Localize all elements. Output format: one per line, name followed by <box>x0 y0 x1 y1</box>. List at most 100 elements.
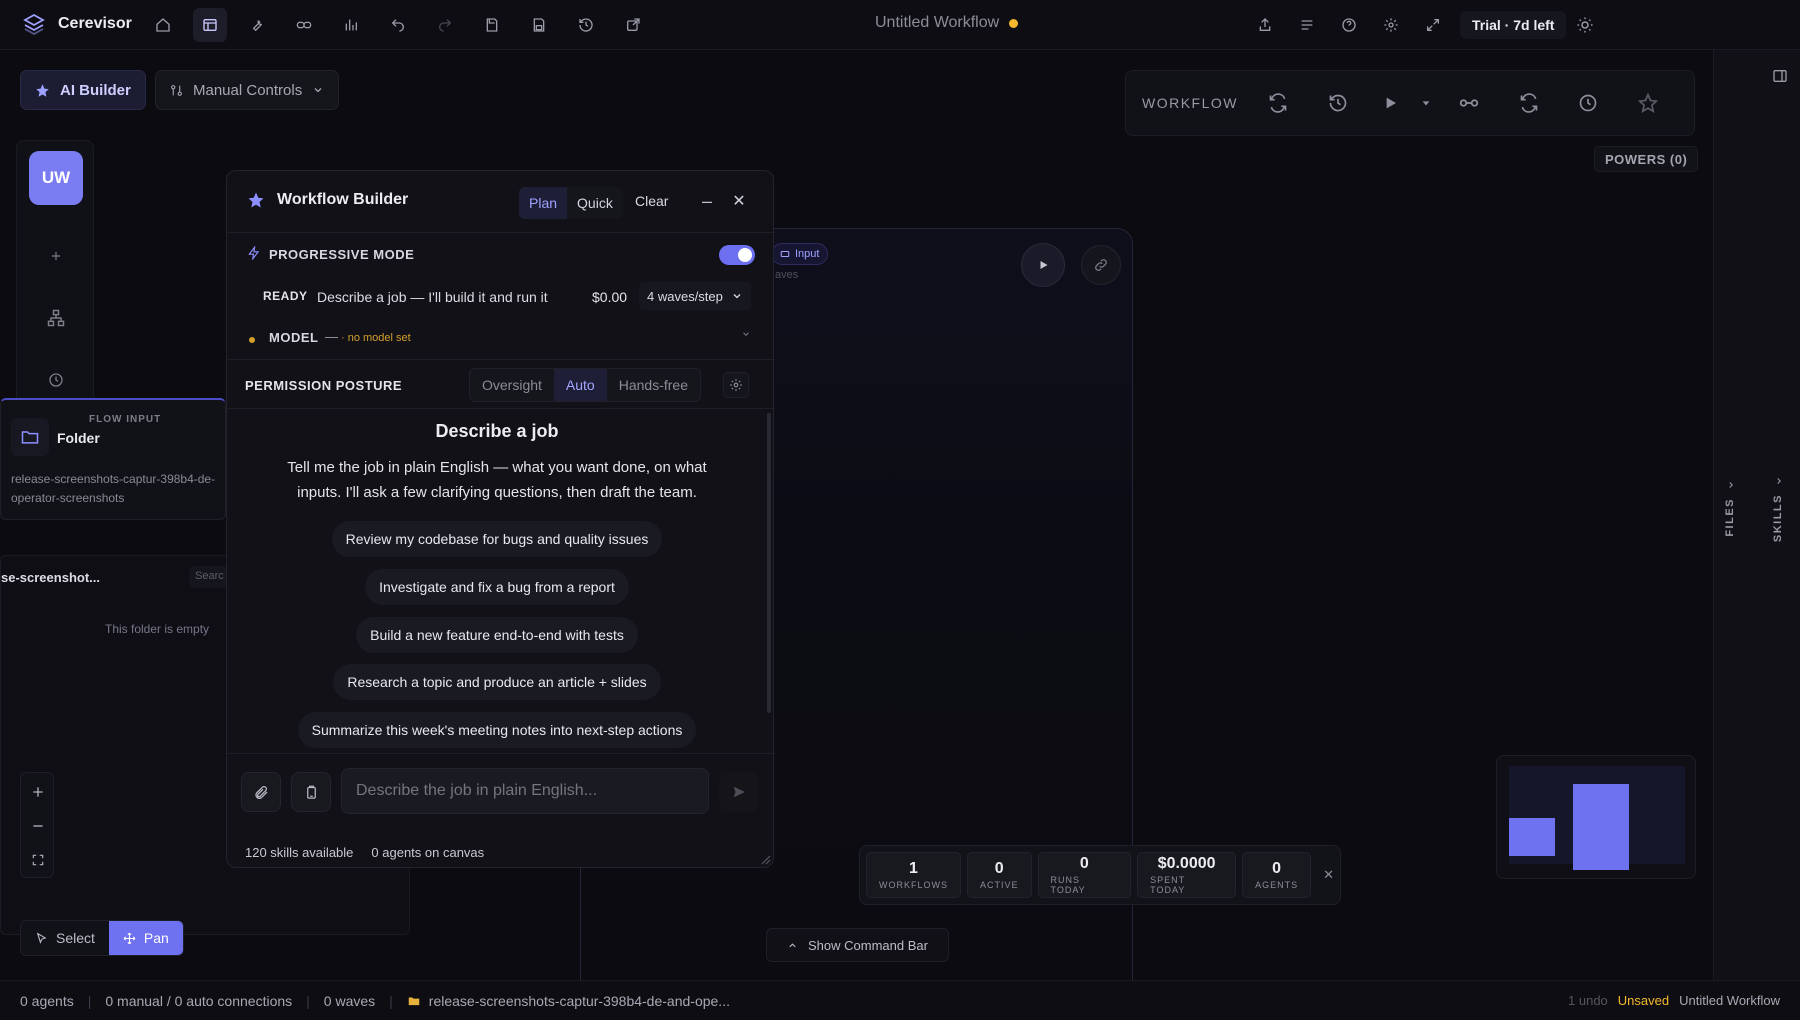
workflow-title-area[interactable]: Untitled Workflow <box>875 14 1019 32</box>
unsaved-dot <box>1009 18 1019 28</box>
select-pan-toggle: Select Pan <box>20 920 184 956</box>
brand[interactable]: Cerevisor <box>22 12 132 36</box>
trial-badge[interactable]: Trial · 7d left <box>1460 11 1567 39</box>
file-search-input[interactable]: Searc <box>189 566 229 588</box>
chevron-right-icon <box>1772 476 1786 486</box>
settings-icon[interactable] <box>1374 8 1408 42</box>
show-command-bar-button[interactable]: Show Command Bar <box>766 928 949 962</box>
minimap[interactable] <box>1496 755 1696 879</box>
minimize-button[interactable]: – <box>697 189 717 213</box>
ai-builder-button[interactable]: AI Builder <box>20 70 146 110</box>
model-label: MODEL <box>269 330 319 345</box>
suggestion-chip[interactable]: Review my codebase for bugs and quality … <box>331 521 663 557</box>
suggestion-chip[interactable]: Investigate and fix a bug from a report <box>365 569 629 605</box>
list-icon[interactable] <box>1290 8 1324 42</box>
progressive-mode-toggle[interactable] <box>719 245 755 265</box>
refresh-icon[interactable] <box>1499 81 1559 125</box>
panel-toggle-icon[interactable] <box>1770 66 1790 86</box>
select-label: Select <box>56 930 95 946</box>
star-icon <box>35 83 50 98</box>
gear-icon[interactable] <box>723 372 749 398</box>
save-icon[interactable] <box>475 8 509 42</box>
files-label: FILES <box>1724 498 1736 537</box>
workflow-input-card[interactable]: FLOW INPUT Folder release-screenshots-ca… <box>0 398 226 520</box>
save-as-icon[interactable] <box>522 8 556 42</box>
zoom-controls <box>20 772 54 878</box>
builder-header: Workflow Builder Plan Quick Clear – ✕ <box>227 171 775 233</box>
model-row[interactable]: MODEL — · no model set <box>227 319 775 355</box>
help-icon[interactable] <box>1332 8 1366 42</box>
link-node-button[interactable] <box>1081 245 1121 285</box>
suggestion-chip[interactable]: Summarize this week's meeting notes into… <box>297 712 697 748</box>
share-icon[interactable] <box>1248 8 1282 42</box>
clock-icon[interactable] <box>41 365 71 395</box>
close-icon[interactable]: ✕ <box>1323 867 1334 883</box>
files-panel-tab[interactable]: FILES <box>1724 480 1738 537</box>
stat-value: 0 <box>1272 860 1282 877</box>
send-icon[interactable] <box>719 772 759 812</box>
close-button[interactable]: ✕ <box>729 189 749 213</box>
zoom-out-icon[interactable] <box>25 813 51 839</box>
wrench-icon[interactable] <box>240 8 274 42</box>
fit-view-icon[interactable] <box>25 847 51 873</box>
select-tool-button[interactable]: Select <box>21 921 109 955</box>
sun-icon[interactable] <box>1568 8 1602 42</box>
perm-oversight[interactable]: Oversight <box>470 369 554 401</box>
permission-posture-row: PERMISSION POSTURE Oversight Auto Hands-… <box>227 359 775 409</box>
sync-icon[interactable] <box>1248 81 1308 125</box>
suggestion-chip[interactable]: Research a topic and produce an article … <box>333 664 661 700</box>
chevron-down-icon[interactable] <box>1413 81 1439 125</box>
workflow-builder-panel: Workflow Builder Plan Quick Clear – ✕ PR… <box>226 170 775 868</box>
file-pane-title: se-screenshot... <box>1 570 100 585</box>
run-node-button[interactable] <box>1021 243 1065 287</box>
layout-icon[interactable] <box>193 8 227 42</box>
describe-title: Describe a job <box>435 421 559 441</box>
expand-icon[interactable] <box>1416 8 1450 42</box>
play-icon[interactable] <box>1367 81 1413 125</box>
waves-select[interactable]: 4 waves/step <box>639 282 751 310</box>
tab-plan[interactable]: Plan <box>519 187 568 219</box>
history-icon[interactable] <box>1308 81 1368 125</box>
folder-status[interactable]: release-screenshots-captur-398b4-de-and-… <box>407 993 730 1009</box>
workflow-title[interactable]: Untitled Workflow <box>875 14 999 32</box>
job-description-input[interactable] <box>341 768 709 814</box>
redo-icon[interactable] <box>428 8 462 42</box>
clear-button[interactable]: Clear <box>635 193 668 209</box>
clock-icon[interactable] <box>1559 81 1619 125</box>
star-outline-icon[interactable] <box>1618 81 1678 125</box>
add-icon[interactable] <box>41 241 71 271</box>
history-icon[interactable] <box>569 8 603 42</box>
chart-icon[interactable] <box>334 8 368 42</box>
input-chip[interactable]: Input <box>771 243 829 265</box>
paperclip-icon[interactable] <box>241 772 281 812</box>
chevron-down-icon[interactable] <box>741 329 751 339</box>
suggestion-chip[interactable]: Build a new feature end-to-end with test… <box>356 617 638 653</box>
undo-icon[interactable] <box>381 8 415 42</box>
input-card-path: release-screenshots-captur-398b4-de-oper… <box>11 472 216 505</box>
ready-text: Describe a job — I'll build it and run i… <box>317 289 548 305</box>
pan-tool-button[interactable]: Pan <box>108 921 183 955</box>
model-dash: — <box>325 329 338 344</box>
chain-icon[interactable] <box>1439 81 1499 125</box>
tab-quick[interactable]: Quick <box>567 187 623 219</box>
skills-panel-tab[interactable]: SKILLS <box>1772 476 1786 542</box>
zoom-in-icon[interactable] <box>25 779 51 805</box>
export-icon[interactable] <box>616 8 650 42</box>
manual-controls-button[interactable]: Manual Controls <box>155 70 340 110</box>
hierarchy-icon[interactable] <box>41 303 71 333</box>
avatar[interactable]: UW <box>29 151 83 205</box>
clipboard-icon[interactable] <box>291 772 331 812</box>
folder-path: release-screenshots-captur-398b4-de-and-… <box>428 992 730 1009</box>
link-icon[interactable] <box>287 8 321 42</box>
home-icon[interactable] <box>146 8 180 42</box>
cursor-icon <box>35 931 48 945</box>
builder-scrollbar[interactable] <box>767 413 771 713</box>
powers-badge[interactable]: POWERS (0) <box>1594 146 1699 172</box>
stats-bar: 1 WORKFLOWS 0 ACTIVE 0 RUNS TODAY $0.0000 SP… <box>859 845 1341 905</box>
perm-hands-free[interactable]: Hands-free <box>607 369 700 401</box>
stat-value: $0.0000 <box>1157 855 1216 872</box>
resize-handle-icon[interactable] <box>761 855 771 865</box>
perm-auto[interactable]: Auto <box>553 369 607 401</box>
stat-runs-today: 0 RUNS TODAY <box>1037 852 1132 898</box>
mode-tabs: Plan Quick <box>519 187 623 219</box>
